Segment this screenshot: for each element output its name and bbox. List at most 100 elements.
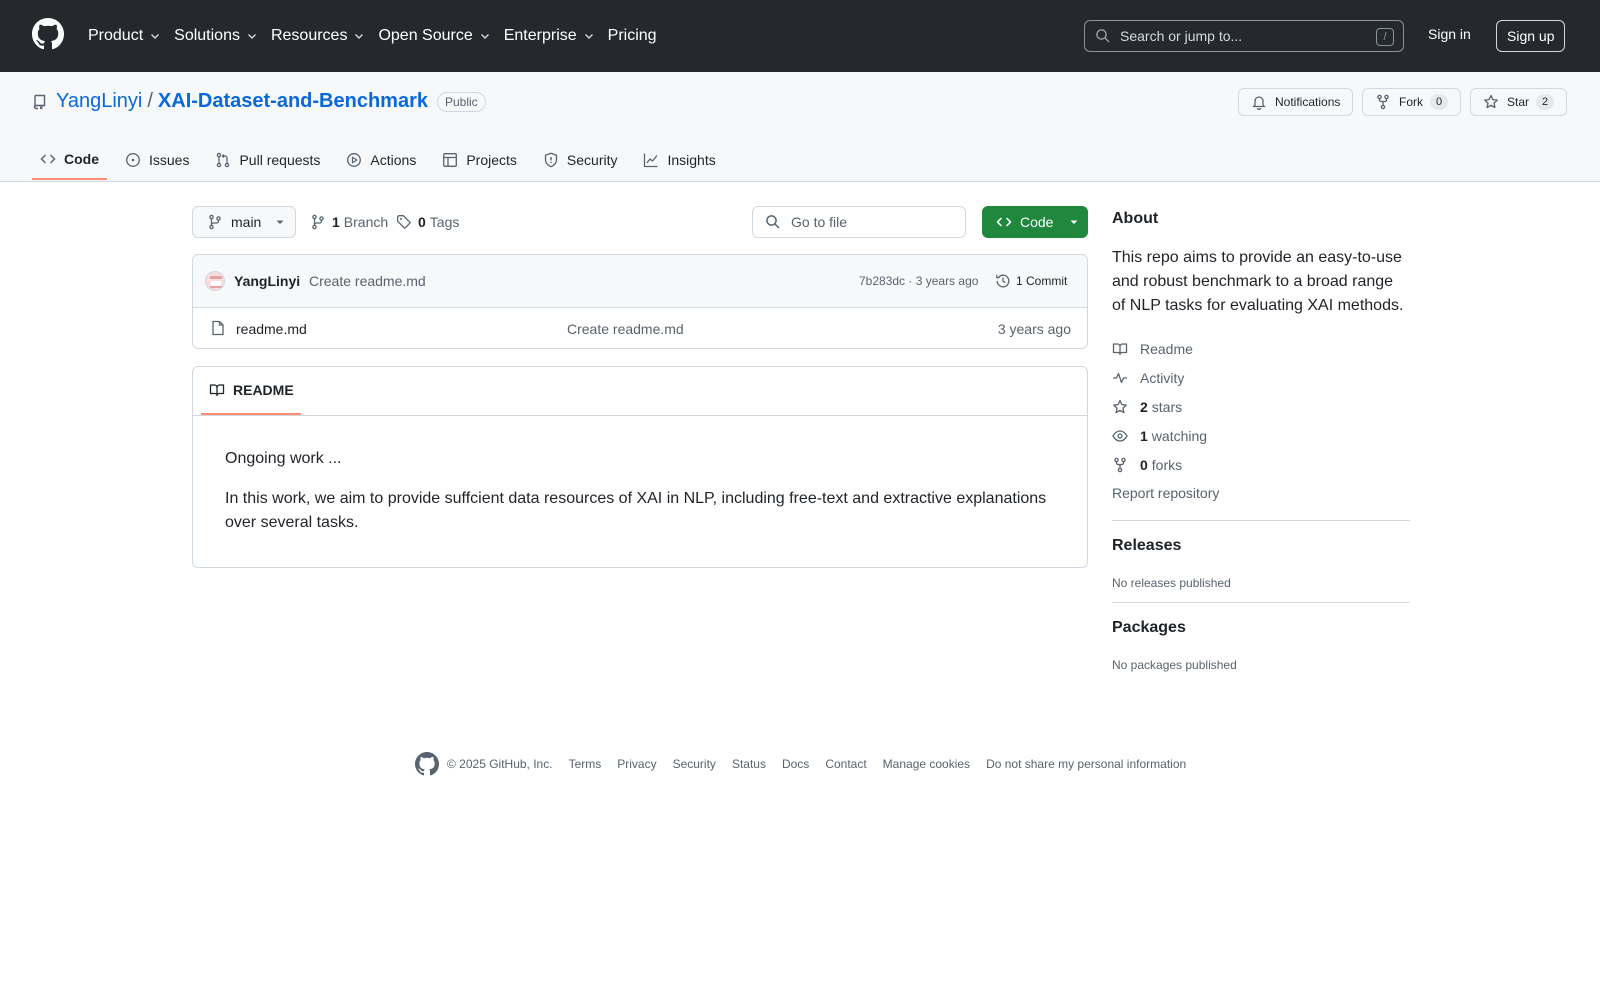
- tab-pull-requests[interactable]: Pull requests: [207, 140, 328, 180]
- releases-heading[interactable]: Releases: [1112, 537, 1410, 555]
- sign-in-link[interactable]: Sign in: [1428, 26, 1471, 42]
- readme-link-label: Readme: [1140, 340, 1193, 357]
- tab-actions[interactable]: Actions: [338, 140, 424, 180]
- file-name-link[interactable]: readme.md: [236, 321, 307, 337]
- star-icon: [1484, 94, 1498, 109]
- footer-link-manage-cookies[interactable]: Manage cookies: [883, 757, 970, 771]
- file-icon: [212, 320, 224, 336]
- fork-icon: [1114, 457, 1126, 472]
- stars-link[interactable]: 2 stars: [1112, 392, 1410, 421]
- readme-tab-label: README: [233, 382, 294, 398]
- activity-link-label: Activity: [1140, 369, 1185, 386]
- star-label: Star: [1507, 95, 1530, 109]
- packages-heading[interactable]: Packages: [1112, 619, 1410, 637]
- nav-product[interactable]: Product: [88, 27, 172, 45]
- star-count: 2: [1536, 94, 1555, 110]
- caret-down-icon: [276, 220, 284, 224]
- global-nav: Product Solutions Resources Open Source …: [88, 0, 670, 72]
- nav-enterprise[interactable]: Enterprise: [504, 27, 606, 45]
- repo-icon: [33, 94, 46, 109]
- commits-history-link[interactable]: 1 Commit: [995, 273, 1067, 289]
- github-logo-icon[interactable]: [415, 752, 439, 776]
- footer-link-terms[interactable]: Terms: [569, 757, 602, 771]
- readme-divider: [193, 415, 1087, 416]
- search-input[interactable]: Search or jump to... /: [1084, 20, 1404, 52]
- repo-owner-link[interactable]: YangLinyi: [56, 90, 142, 113]
- branch-count: 1: [332, 214, 340, 230]
- commit-count-label: 1 Commit: [1016, 274, 1068, 288]
- footer-copyright: © 2025 GitHub, Inc.: [447, 757, 553, 771]
- issue-opened-icon: [126, 153, 140, 167]
- commit-message-link[interactable]: Create readme.md: [309, 273, 426, 289]
- tab-security[interactable]: Security: [535, 140, 626, 180]
- readme-content: Ongoing work ... In this work, we aim to…: [225, 447, 1055, 551]
- readme-tab[interactable]: README: [201, 367, 301, 415]
- tab-issues-label: Issues: [149, 152, 190, 168]
- sign-up-button[interactable]: Sign up: [1496, 20, 1566, 52]
- go-to-file-placeholder: Go to file: [791, 214, 848, 230]
- file-commit-message-link[interactable]: Create readme.md: [567, 321, 684, 337]
- stars-count: 2: [1140, 398, 1148, 415]
- search-icon: [766, 215, 780, 229]
- tab-code[interactable]: Code: [32, 140, 107, 180]
- tab-insights[interactable]: Insights: [635, 140, 723, 180]
- commit-author-link[interactable]: YangLinyi: [234, 273, 300, 289]
- nav-open-source[interactable]: Open Source: [378, 27, 501, 45]
- code-button-label: Code: [1020, 214, 1054, 230]
- branch-count-label: Branch: [343, 214, 389, 230]
- forks-link[interactable]: 0 forks: [1112, 450, 1410, 479]
- stars-label: stars: [1151, 398, 1183, 415]
- nav-open-source-label: Open Source: [378, 27, 473, 44]
- notifications-label: Notifications: [1275, 95, 1341, 109]
- chevron-down-icon: [247, 34, 256, 39]
- notifications-button[interactable]: Notifications: [1238, 88, 1354, 116]
- watchers-link[interactable]: 1 watching: [1112, 421, 1410, 450]
- shield-icon: [544, 152, 558, 168]
- avatar[interactable]: [205, 271, 225, 291]
- no-packages-text: No packages published: [1112, 658, 1237, 672]
- file-list: YangLinyi Create readme.md 7b283dc · 3 y…: [192, 254, 1088, 349]
- tab-projects[interactable]: Projects: [434, 140, 525, 180]
- chevron-down-icon: [151, 34, 160, 39]
- footer-link-docs[interactable]: Docs: [782, 757, 809, 771]
- branches-link[interactable]: 1 Branch: [310, 214, 388, 230]
- nav-product-label: Product: [88, 27, 144, 44]
- nav-solutions[interactable]: Solutions: [174, 27, 269, 45]
- footer-link-do-not-share[interactable]: Do not share my personal information: [986, 757, 1186, 771]
- tab-security-label: Security: [566, 152, 618, 168]
- footer-link-status[interactable]: Status: [732, 757, 766, 771]
- tags-link[interactable]: 0 Tags: [396, 214, 459, 230]
- footer-link-privacy[interactable]: Privacy: [617, 757, 656, 771]
- about-description: This repo aims to provide an easy-to-use…: [1112, 249, 1404, 314]
- no-releases-text: No releases published: [1112, 576, 1231, 590]
- readme-link[interactable]: Readme: [1112, 334, 1410, 363]
- tab-pull-requests-label: Pull requests: [239, 152, 321, 168]
- fork-button[interactable]: Fork 0: [1362, 88, 1462, 116]
- fork-label: Fork: [1399, 95, 1423, 109]
- readme-paragraph: In this work, we aim to provide suffcien…: [225, 490, 1047, 531]
- github-logo-icon[interactable]: [32, 18, 64, 50]
- repo-name-link[interactable]: XAI-Dataset-and-Benchmark: [158, 90, 428, 113]
- code-dropdown-button[interactable]: Code: [982, 206, 1088, 238]
- search-icon: [1096, 29, 1110, 43]
- tag-count-label: Tags: [429, 214, 460, 230]
- caret-down-icon: [1070, 220, 1078, 224]
- nav-pricing[interactable]: Pricing: [608, 27, 668, 45]
- activity-link[interactable]: Activity: [1112, 363, 1410, 392]
- watching-count: 1: [1140, 427, 1148, 444]
- branch-select-button[interactable]: main: [192, 206, 296, 238]
- tab-projects-label: Projects: [466, 152, 517, 168]
- tag-count: 0: [418, 214, 426, 230]
- history-icon: [996, 274, 1010, 288]
- page-footer: © 2025 GitHub, Inc. Terms Privacy Securi…: [415, 752, 1202, 776]
- commit-sha-and-time[interactable]: 7b283dc · 3 years ago: [859, 274, 978, 288]
- footer-link-contact[interactable]: Contact: [825, 757, 866, 771]
- nav-resources[interactable]: Resources: [271, 27, 376, 45]
- footer-link-security[interactable]: Security: [673, 757, 716, 771]
- tab-issues[interactable]: Issues: [117, 140, 197, 180]
- report-repository-link[interactable]: Report repository: [1112, 479, 1410, 508]
- latest-commit-bar: YangLinyi Create readme.md 7b283dc · 3 y…: [193, 255, 1087, 308]
- table-row[interactable]: readme.md Create readme.md 3 years ago: [193, 308, 1087, 348]
- star-button[interactable]: Star 2: [1470, 88, 1568, 116]
- go-to-file-input[interactable]: Go to file: [752, 206, 966, 238]
